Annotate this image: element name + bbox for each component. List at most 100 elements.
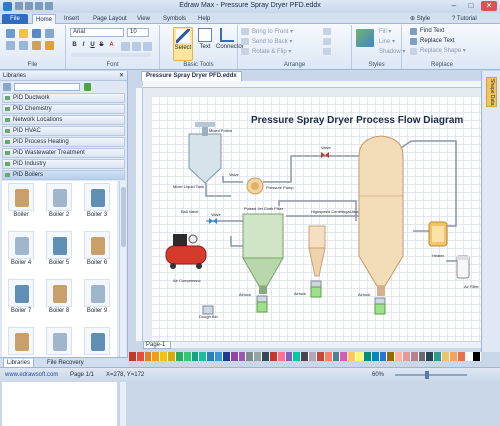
color-swatch[interactable] [168, 352, 176, 361]
align-icon[interactable] [323, 28, 331, 35]
shape-data-tab[interactable]: Shape Data [486, 77, 497, 107]
color-swatch[interactable] [222, 352, 231, 361]
color-swatch[interactable] [277, 352, 286, 361]
library-search-input[interactable] [14, 83, 80, 91]
color-swatch[interactable] [207, 352, 216, 361]
minimize-button[interactable]: – [446, 1, 462, 11]
library-shape[interactable]: Boiler [4, 183, 38, 218]
color-swatch[interactable] [175, 352, 184, 361]
tab-page-layout[interactable]: Page Layout [90, 14, 130, 24]
italic-button[interactable]: I [80, 42, 87, 48]
add-library-icon[interactable] [84, 83, 91, 91]
library-scrollbar[interactable] [119, 181, 126, 426]
align-center-icon[interactable] [132, 42, 141, 51]
text-button[interactable]: Text [195, 27, 215, 61]
underline-button[interactable]: U [89, 42, 96, 48]
maximize-button[interactable]: □ [463, 1, 479, 11]
close-button[interactable]: ✕ [481, 1, 497, 11]
color-swatch[interactable] [426, 352, 435, 361]
library-category[interactable]: PID Wastewater Treatment [2, 148, 125, 158]
color-swatch[interactable] [230, 352, 239, 361]
color-swatch[interactable] [457, 352, 466, 361]
color-swatch[interactable] [473, 352, 482, 361]
quick-style-icon[interactable] [356, 29, 374, 47]
bullets-icon[interactable] [143, 42, 152, 51]
library-shape[interactable]: Boiler 6 [80, 231, 114, 266]
rotate-flip-button[interactable]: Rotate & Flip ▾ [252, 48, 291, 56]
library-shape[interactable] [80, 327, 114, 356]
tab-insert[interactable]: Insert [61, 14, 82, 24]
drawing-canvas[interactable]: Pressure Spray Dryer Process Flow Diagra… [143, 88, 481, 341]
color-swatch[interactable] [465, 352, 474, 361]
tab-file-recovery[interactable]: File Recovery [44, 359, 87, 367]
library-shape[interactable]: Boiler 7 [4, 279, 38, 314]
color-swatch[interactable] [238, 352, 247, 361]
fill-button[interactable]: Fill ▾ [379, 28, 391, 36]
font-name-combo[interactable]: Arial [70, 28, 124, 37]
library-category[interactable]: PID Industry [2, 159, 125, 169]
font-color-button[interactable]: A [108, 42, 115, 48]
color-swatch[interactable] [387, 352, 396, 361]
color-swatch[interactable] [356, 352, 364, 361]
replace-text-button[interactable]: Replace Text [420, 37, 455, 45]
send-to-back-button[interactable]: Send to Back ▾ [252, 38, 292, 46]
color-swatch[interactable] [324, 352, 333, 361]
color-swatch[interactable] [293, 352, 302, 361]
color-swatch[interactable] [215, 352, 223, 361]
color-swatch[interactable] [285, 352, 294, 361]
print-icon[interactable] [45, 29, 54, 38]
align-left-icon[interactable] [121, 42, 130, 51]
library-shape[interactable]: Boiler 8 [42, 279, 76, 314]
library-category[interactable]: PID Chemistry [2, 104, 125, 114]
color-swatch[interactable] [348, 352, 357, 361]
connector-button[interactable]: Connector [216, 27, 244, 61]
find-text-button[interactable]: Find Text [420, 27, 444, 35]
color-swatch[interactable] [449, 352, 458, 361]
color-swatch[interactable] [371, 352, 380, 361]
tutorial-menu[interactable]: ? Tutorial [452, 14, 477, 24]
zoom-slider-knob[interactable] [425, 371, 429, 379]
drawing-page[interactable]: Pressure Spray Dryer Process Flow Diagra… [151, 96, 481, 341]
font-size-combo[interactable]: 10 [127, 28, 149, 37]
library-shape[interactable] [4, 327, 38, 356]
color-swatch[interactable] [442, 352, 450, 361]
tab-file[interactable]: File [2, 14, 28, 24]
library-shape[interactable]: Boiler 5 [42, 231, 76, 266]
library-category[interactable]: Network Locations [2, 115, 125, 125]
library-shape[interactable]: Boiler 2 [42, 183, 76, 218]
cut-icon[interactable] [6, 41, 15, 50]
color-swatch[interactable] [191, 352, 200, 361]
library-shape[interactable]: Boiler 9 [80, 279, 114, 314]
library-category[interactable]: PID Ductwork [2, 93, 125, 103]
color-swatch[interactable] [379, 352, 388, 361]
select-button[interactable]: Select [173, 27, 193, 61]
color-swatch[interactable] [183, 352, 192, 361]
zoom-slider[interactable] [395, 374, 467, 376]
copy-icon[interactable] [19, 41, 28, 50]
color-swatch[interactable] [316, 352, 325, 361]
color-swatch[interactable] [418, 352, 427, 361]
color-swatch[interactable] [199, 352, 208, 361]
tab-view[interactable]: View [134, 14, 153, 24]
line-button[interactable]: Line ▾ [379, 38, 395, 46]
library-menu-icon[interactable] [3, 83, 11, 91]
color-swatch[interactable] [309, 352, 317, 361]
color-swatch[interactable] [152, 352, 161, 361]
close-libraries-icon[interactable]: ✕ [119, 71, 124, 81]
color-swatch[interactable] [262, 352, 270, 361]
library-shape[interactable]: Boiler 4 [4, 231, 38, 266]
style-menu[interactable]: ⊕ Style [410, 14, 430, 24]
distribute-icon[interactable] [323, 38, 331, 45]
color-swatch[interactable] [254, 352, 263, 361]
group-icon[interactable] [323, 48, 331, 55]
save-disk-icon[interactable] [32, 29, 41, 38]
color-swatch[interactable] [363, 352, 372, 361]
library-category[interactable]: PID Process Heating [2, 137, 125, 147]
color-swatch[interactable] [136, 352, 145, 361]
tab-symbols[interactable]: Symbols [160, 14, 189, 24]
library-shape[interactable] [42, 327, 76, 356]
website-link[interactable]: www.edrawsoft.com [5, 371, 58, 379]
open-folder-icon[interactable] [19, 29, 28, 38]
color-swatch[interactable] [160, 352, 169, 361]
library-scroll-thumb[interactable] [121, 187, 126, 247]
